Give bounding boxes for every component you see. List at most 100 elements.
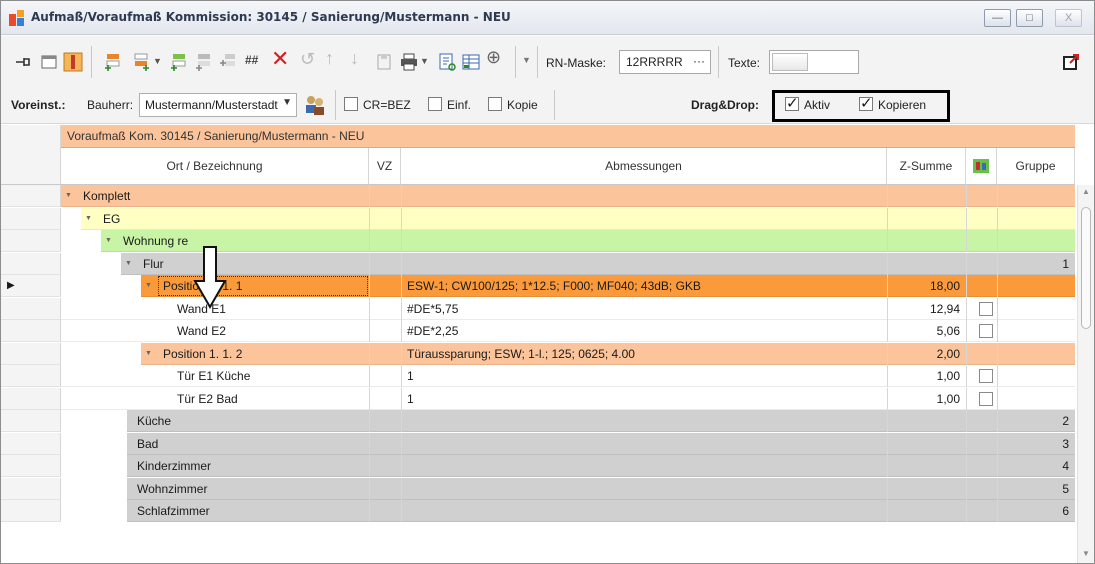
overflow-dropdown-icon[interactable]: ▼ bbox=[522, 55, 531, 65]
cr-bez-checkbox[interactable] bbox=[344, 97, 358, 111]
abmessungen-cell[interactable] bbox=[401, 410, 887, 432]
minimize-button[interactable]: — bbox=[984, 9, 1011, 27]
zsumme-cell[interactable]: 2,00 bbox=[887, 343, 966, 365]
zsumme-cell[interactable] bbox=[887, 410, 966, 432]
row-label[interactable]: Bad bbox=[131, 433, 369, 455]
row-indicator[interactable] bbox=[1, 455, 61, 477]
abmessungen-cell[interactable]: #DE*2,25 bbox=[401, 320, 887, 342]
print-icon[interactable] bbox=[399, 52, 419, 72]
gruppe-cell[interactable] bbox=[997, 320, 1075, 342]
zsumme-cell[interactable] bbox=[887, 500, 966, 522]
zsumme-cell[interactable] bbox=[887, 455, 966, 477]
gruppe-cell[interactable]: 4 bbox=[997, 455, 1075, 477]
pin-icon[interactable] bbox=[13, 52, 33, 72]
table-row[interactable]: Wand E1 #DE*5,75 12,94 bbox=[1, 297, 1075, 320]
row-indicator[interactable] bbox=[1, 297, 61, 320]
zsumme-cell[interactable] bbox=[887, 208, 966, 230]
zsumme-cell[interactable] bbox=[887, 230, 966, 252]
kopie-checkbox[interactable] bbox=[488, 97, 502, 111]
rn-mask-more-button[interactable]: ··· bbox=[693, 54, 705, 68]
scroll-down-icon[interactable]: ▼ bbox=[1082, 549, 1090, 558]
row-indicator[interactable] bbox=[1, 365, 61, 387]
insert-below-icon[interactable] bbox=[131, 52, 151, 72]
table-row[interactable]: Kinderzimmer 4 bbox=[1, 455, 1075, 477]
gruppe-cell[interactable]: 6 bbox=[997, 500, 1075, 522]
table-row[interactable]: ▼ Position 1. 1. 2 Türaussparung; ESW; 1-l… bbox=[1, 342, 1075, 365]
column-header-abmessungen[interactable]: Abmessungen bbox=[401, 148, 887, 185]
zsumme-cell[interactable] bbox=[887, 433, 966, 455]
gruppe-cell[interactable]: 3 bbox=[997, 433, 1075, 455]
abmessungen-cell[interactable] bbox=[401, 500, 887, 522]
row-label[interactable]: Position 1. 1. 2 bbox=[157, 343, 369, 365]
table-row[interactable]: ▼ EG bbox=[1, 207, 1075, 230]
table-row[interactable]: Wand E2 #DE*2,25 5,06 bbox=[1, 320, 1075, 342]
gruppe-cell[interactable]: 5 bbox=[997, 478, 1075, 500]
column-header-gruppe[interactable]: Gruppe bbox=[997, 148, 1075, 185]
row-indicator[interactable] bbox=[1, 432, 61, 455]
zsumme-cell[interactable] bbox=[887, 478, 966, 500]
vertical-scrollbar[interactable]: ▲ ▼ bbox=[1077, 185, 1094, 563]
table-row[interactable]: Tür E2 Bad 1 1,00 bbox=[1, 387, 1075, 410]
column-header-ort[interactable]: Ort / Bezeichnung bbox=[61, 148, 369, 185]
table-row[interactable]: ▶ ▼Position 1. 1. 1 ESW-1; CW100/125; 1*12… bbox=[1, 275, 1075, 297]
row-label[interactable]: Tür E1 Küche bbox=[171, 365, 369, 387]
row-indicator[interactable] bbox=[1, 500, 61, 522]
gruppe-cell[interactable] bbox=[997, 275, 1075, 297]
row-indicator[interactable] bbox=[1, 477, 61, 500]
gruppe-cell[interactable] bbox=[997, 298, 1075, 320]
row-indicator[interactable] bbox=[1, 230, 61, 252]
zsumme-cell[interactable]: 5,06 bbox=[887, 320, 966, 342]
gruppe-cell[interactable] bbox=[997, 185, 1075, 207]
zsumme-cell[interactable] bbox=[887, 253, 966, 275]
people-icon[interactable] bbox=[304, 94, 326, 116]
column-header-zsumme[interactable]: Z-Summe bbox=[887, 148, 966, 185]
close-button[interactable]: X bbox=[1055, 9, 1082, 27]
collapse-chevron-icon[interactable]: ▼ bbox=[65, 185, 72, 207]
abmessungen-cell[interactable] bbox=[401, 478, 887, 500]
insert-row-light-icon[interactable] bbox=[219, 52, 239, 72]
row-indicator[interactable] bbox=[1, 320, 61, 342]
insert-row-gray-icon[interactable] bbox=[194, 52, 214, 72]
texte-toggle[interactable] bbox=[769, 50, 859, 74]
rn-mask-input[interactable]: 12RRRRR ··· bbox=[619, 50, 711, 74]
collapse-chevron-icon[interactable]: ▼ bbox=[125, 253, 132, 275]
table-row[interactable]: ▼ Flur 1 bbox=[1, 252, 1075, 275]
picture-checkbox[interactable] bbox=[979, 391, 993, 406]
insert-green-icon[interactable] bbox=[169, 52, 189, 72]
row-label[interactable]: Wand E2 bbox=[171, 320, 369, 342]
collapse-chevron-icon[interactable]: ▼ bbox=[145, 275, 152, 297]
row-indicator[interactable] bbox=[1, 185, 61, 207]
maximize-button[interactable]: □ bbox=[1016, 9, 1043, 27]
zsumme-cell[interactable]: 18,00 bbox=[887, 275, 966, 297]
table-row[interactable]: Tür E1 Küche 1 1,00 bbox=[1, 365, 1075, 387]
picture-checkbox[interactable] bbox=[979, 369, 993, 383]
abmessungen-cell[interactable] bbox=[401, 208, 887, 230]
row-label[interactable]: Wohnung re bbox=[117, 230, 369, 252]
table-row[interactable]: Schlafzimmer 6 bbox=[1, 500, 1075, 522]
scrollbar-thumb[interactable] bbox=[1081, 207, 1091, 329]
picture-checkbox[interactable] bbox=[979, 301, 993, 316]
zsumme-cell[interactable] bbox=[887, 185, 966, 207]
gruppe-cell[interactable] bbox=[997, 388, 1075, 410]
move-up-icon[interactable]: ↑ bbox=[325, 48, 334, 69]
table-row[interactable]: Wohnzimmer 5 bbox=[1, 477, 1075, 500]
gruppe-cell[interactable]: 2 bbox=[997, 410, 1075, 432]
row-indicator[interactable] bbox=[1, 207, 61, 230]
row-label[interactable]: Schlafzimmer bbox=[131, 500, 369, 522]
abmessungen-cell[interactable] bbox=[401, 230, 887, 252]
row-indicator[interactable] bbox=[1, 252, 61, 275]
column-header-vz[interactable]: VZ bbox=[369, 148, 401, 185]
row-label[interactable]: Kinderzimmer bbox=[131, 455, 369, 477]
window-icon[interactable] bbox=[39, 52, 59, 72]
gruppe-cell[interactable] bbox=[997, 343, 1075, 365]
export-icon[interactable] bbox=[1061, 52, 1081, 72]
table-row[interactable]: ▼ Komplett bbox=[1, 185, 1075, 207]
abmessungen-cell[interactable] bbox=[401, 433, 887, 455]
numbering-button[interactable]: ## bbox=[245, 53, 258, 67]
insert-above-icon[interactable] bbox=[103, 52, 123, 72]
scroll-up-icon[interactable]: ▲ bbox=[1082, 187, 1090, 196]
gruppe-cell[interactable]: 1 bbox=[997, 253, 1075, 275]
abmessungen-cell[interactable]: ESW-1; CW100/125; 1*12.5; F000; MF040; 4… bbox=[401, 275, 887, 297]
collapse-chevron-icon[interactable]: ▼ bbox=[105, 230, 112, 252]
chevron-down-icon[interactable]: ▼ bbox=[153, 56, 162, 66]
